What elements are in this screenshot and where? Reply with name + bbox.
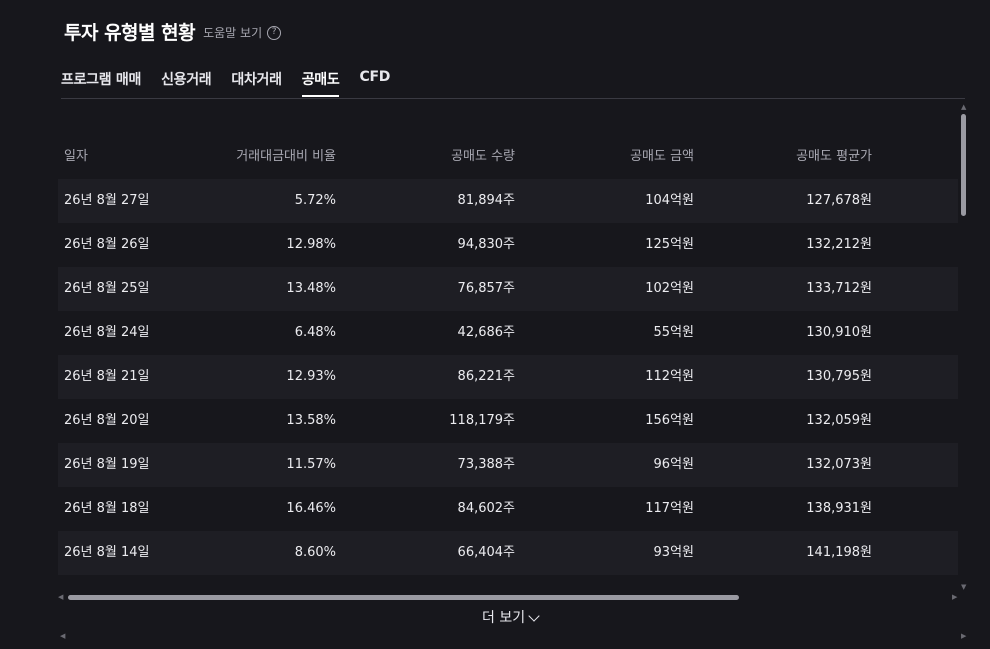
table-row: 26년 8월 24일 6.48% 42,686주 55억원 130,910원 [58,311,958,355]
cell-ratio: 6.48% [294,325,336,340]
horizontal-scrollbar[interactable]: ◀ ▶ [58,593,966,601]
cell-date: 26년 8월 24일 [64,325,150,340]
scroll-up-arrow-icon[interactable]: ▲ [961,104,966,111]
cell-amount: 55억원 [653,325,694,340]
tab-short-selling[interactable]: 공매도 [301,66,340,97]
tab-program-trading[interactable]: 프로그램 매매 [61,66,141,97]
vertical-scroll-thumb[interactable] [961,114,966,216]
cell-average-price: 132,212원 [806,237,872,252]
horizontal-scroll-thumb[interactable] [68,595,739,600]
cell-amount: 93억원 [653,545,694,560]
cell-ratio: 11.57% [286,457,336,472]
cell-date: 26년 8월 20일 [64,413,150,428]
column-header-ratio: 거래대금대비 비율 [236,149,336,164]
cell-quantity: 76,857주 [457,281,515,296]
scroll-right-arrow-icon[interactable]: ▶ [952,594,957,601]
cell-average-price: 130,795원 [806,369,872,384]
table-row: 26년 8월 20일 13.58% 118,179주 156억원 132,059원 [58,399,958,443]
column-header-amount: 공매도 금액 [630,149,694,164]
table-row: 26년 8월 21일 12.93% 86,221주 112억원 130,795원 [58,355,958,399]
cell-amount: 156억원 [645,413,694,428]
table-header: 일자 거래대금대비 비율 공매도 수량 공매도 금액 공매도 평균가 [58,135,958,179]
table-row: 26년 8월 18일 16.46% 84,602주 117억원 138,931원 [58,487,958,531]
help-link[interactable]: 도움말 보기 ? [203,24,282,41]
title-row: 투자 유형별 현황 도움말 보기 ? [64,16,282,46]
cell-amount: 104억원 [645,193,694,208]
cell-average-price: 138,931원 [806,501,872,516]
cell-date: 26년 8월 25일 [64,281,150,296]
table-row: 26년 8월 25일 13.48% 76,857주 102억원 133,712원 [58,267,958,311]
chevron-down-icon [528,610,540,622]
cell-ratio: 16.46% [286,501,336,516]
column-header-average-price: 공매도 평균가 [796,149,872,164]
cell-amount: 112억원 [645,369,694,384]
table-row: 26년 8월 19일 11.57% 73,388주 96억원 132,073원 [58,443,958,487]
cell-date: 26년 8월 18일 [64,501,150,516]
cell-date: 26년 8월 21일 [64,369,150,384]
column-header-date: 일자 [64,149,88,164]
question-circle-icon[interactable]: ? [267,25,282,40]
cell-average-price: 141,198원 [806,545,872,560]
cell-average-price: 130,910원 [806,325,872,340]
page-title: 투자 유형별 현황 [64,21,196,44]
outer-scroll-right-arrow-icon[interactable]: ▶ [961,633,966,640]
cell-amount: 102억원 [645,281,694,296]
tab-lending-trading[interactable]: 대차거래 [231,66,282,97]
cell-quantity: 86,221주 [457,369,515,384]
cell-date: 26년 8월 27일 [64,193,150,208]
show-more-label: 더 보기 [482,610,526,626]
cell-quantity: 84,602주 [457,501,515,516]
cell-ratio: 12.93% [286,369,336,384]
cell-average-price: 132,059원 [806,413,872,428]
cell-quantity: 94,830주 [457,237,515,252]
investment-type-status-panel: 투자 유형별 현황 도움말 보기 ? 프로그램 매매 신용거래 대차거래 공매도… [0,0,990,649]
cell-ratio: 13.48% [286,281,336,296]
outer-scroll-left-arrow-icon[interactable]: ◀ [60,633,65,640]
short-selling-table: 일자 거래대금대비 비율 공매도 수량 공매도 금액 공매도 평균가 26년 8… [58,106,958,594]
cell-average-price: 127,678원 [806,193,872,208]
tab-cfd[interactable]: CFD [359,66,390,97]
tab-bar: 프로그램 매매 신용거래 대차거래 공매도 CFD [61,66,965,99]
vertical-scrollbar[interactable]: ▲ ▼ [959,104,967,592]
cell-amount: 117억원 [645,501,694,516]
cell-average-price: 133,712원 [806,281,872,296]
help-label: 도움말 보기 [203,26,263,40]
cell-quantity: 42,686주 [457,325,515,340]
cell-average-price: 132,073원 [806,457,872,472]
cell-quantity: 118,179주 [449,413,515,428]
cell-date: 26년 8월 19일 [64,457,150,472]
tab-credit-trading[interactable]: 신용거래 [161,66,212,97]
cell-ratio: 13.58% [286,413,336,428]
table-row: 26년 8월 14일 8.60% 66,404주 93억원 141,198원 [58,531,958,575]
cell-quantity: 81,894주 [457,193,515,208]
cell-amount: 96억원 [653,457,694,472]
cell-ratio: 5.72% [294,193,336,208]
cell-date: 26년 8월 26일 [64,237,150,252]
cell-quantity: 73,388주 [457,457,515,472]
table-row: 26년 8월 27일 5.72% 81,894주 104억원 127,678원 [58,179,958,223]
cell-date: 26년 8월 14일 [64,545,150,560]
show-more-button[interactable]: 더 보기 [482,606,540,628]
cell-quantity: 66,404주 [457,545,515,560]
cell-ratio: 8.60% [294,545,336,560]
column-header-quantity: 공매도 수량 [451,149,515,164]
scroll-down-arrow-icon[interactable]: ▼ [961,584,966,591]
scroll-left-arrow-icon[interactable]: ◀ [58,594,63,601]
cell-ratio: 12.98% [286,237,336,252]
cell-amount: 125억원 [645,237,694,252]
table-row: 26년 8월 26일 12.98% 94,830주 125억원 132,212원 [58,223,958,267]
